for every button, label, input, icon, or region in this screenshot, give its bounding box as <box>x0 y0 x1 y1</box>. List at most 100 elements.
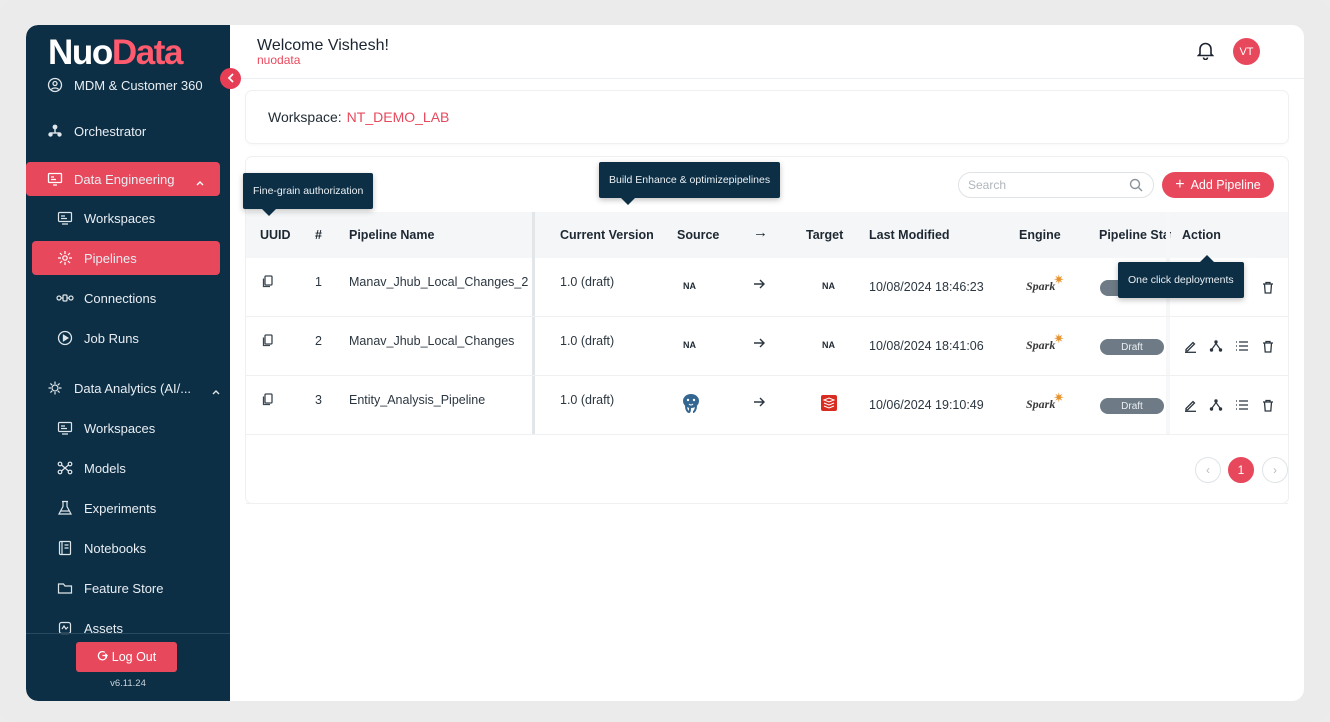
pipeline-name[interactable]: Manav_Jhub_Local_Changes_2 <box>349 275 528 289</box>
arrow-right-icon <box>753 337 766 352</box>
delete-icon[interactable] <box>1260 397 1276 413</box>
postgres-icon <box>680 392 702 417</box>
deploy-icon[interactable] <box>1208 397 1224 413</box>
org-name: nuodata <box>257 53 301 67</box>
tooltip-text: One click deployments <box>1128 274 1234 286</box>
col-current-version[interactable]: Current Version <box>560 228 654 242</box>
source-value: NA <box>683 340 696 350</box>
copy-icon[interactable] <box>260 273 276 289</box>
arrow-right-icon <box>753 278 766 293</box>
col-target[interactable]: Target <box>806 228 843 242</box>
delete-icon[interactable] <box>1260 279 1276 295</box>
page-button-current[interactable]: 1 <box>1228 457 1254 483</box>
chevron-up-icon <box>196 174 204 189</box>
current-version: 1.0 (draft) <box>560 393 615 407</box>
logout-button[interactable]: Log Out <box>76 642 177 672</box>
sidebar-item-connections[interactable]: Connections <box>56 281 156 315</box>
sidebar-item-pipelines[interactable]: Pipelines <box>32 241 220 275</box>
prev-page-button[interactable]: ‹ <box>1195 457 1221 483</box>
analytics-icon <box>46 379 64 397</box>
pipeline-name[interactable]: Entity_Analysis_Pipeline <box>349 393 485 407</box>
tooltip-text: Fine-grain authorization <box>253 185 364 197</box>
models-icon <box>56 459 74 477</box>
sidebar-item-models[interactable]: Models <box>56 451 126 485</box>
target-value: NA <box>822 281 835 291</box>
collapse-sidebar-button[interactable] <box>220 68 241 89</box>
sidebar-item-orchestrator[interactable]: Orchestrator <box>46 114 146 148</box>
col-last-modified[interactable]: Last Modified <box>869 228 950 242</box>
col-pipeline-status[interactable]: Pipeline Stat <box>1099 228 1171 242</box>
status-badge: Draft <box>1100 398 1164 414</box>
add-pipeline-label: Add Pipeline <box>1190 178 1261 192</box>
row-index: 2 <box>315 334 322 348</box>
tooltip-text: Build Enhance & optimizepipelines <box>609 174 771 186</box>
sidebar-item-data-analytics[interactable]: Data Analytics (AI/... <box>46 371 220 405</box>
search-input[interactable]: Search <box>958 172 1154 198</box>
logout-icon <box>97 650 108 664</box>
deploy-icon[interactable] <box>1208 338 1224 354</box>
list-icon[interactable] <box>1234 338 1250 354</box>
divider <box>246 503 1288 504</box>
workspace-label: Workspace: <box>268 109 342 125</box>
col-arrow: → <box>753 224 768 241</box>
tooltip-action: One click deployments <box>1118 255 1244 298</box>
edit-icon[interactable] <box>1182 338 1198 354</box>
spark-logo-icon: Spark✷ <box>1026 331 1065 352</box>
chevron-left-icon: ‹ <box>1206 463 1210 477</box>
next-page-button[interactable]: › <box>1262 457 1288 483</box>
col-action: Action <box>1182 228 1221 242</box>
copy-icon[interactable] <box>260 391 276 407</box>
sidebar-item-mdm[interactable]: MDM & Customer 360 <box>46 68 203 102</box>
sidebar-item-feature-store[interactable]: Feature Store <box>56 571 164 605</box>
col-pipeline-name[interactable]: Pipeline Name <box>349 228 434 242</box>
col-engine[interactable]: Engine <box>1019 228 1061 242</box>
col-source[interactable]: Source <box>677 228 719 242</box>
pipelines-icon <box>56 249 74 267</box>
edit-icon[interactable] <box>1182 397 1198 413</box>
col-uuid[interactable]: UUID <box>260 228 291 242</box>
avatar[interactable]: VT <box>1233 38 1260 65</box>
spark-logo-icon: Spark✷ <box>1026 272 1065 293</box>
row-index: 1 <box>315 275 322 289</box>
sidebar: NuoData MDM & Customer 360 Orchestrator … <box>26 25 230 701</box>
last-modified: 10/06/2024 19:10:49 <box>869 398 984 412</box>
sidebar-item-job-runs[interactable]: Job Runs <box>56 321 139 355</box>
table-row[interactable]: 3 Entity_Analysis_Pipeline 1.0 (draft) 1… <box>246 376 1288 435</box>
sidebar-item-label: Models <box>84 460 126 476</box>
sidebar-item-label: Notebooks <box>84 540 147 556</box>
sidebar-item-label: Pipelines <box>84 250 137 266</box>
top-header: Welcome Vishesh! nuodata VT <box>230 25 1304 79</box>
delete-icon[interactable] <box>1260 338 1276 354</box>
sidebar-item-label: Connections <box>84 290 157 306</box>
sidebar-item-label: Experiments <box>84 500 157 516</box>
chevron-right-icon: › <box>1273 463 1277 477</box>
chevron-left-icon <box>227 70 235 88</box>
flask-icon <box>56 499 74 517</box>
last-modified: 10/08/2024 18:46:23 <box>869 280 984 294</box>
pipeline-name[interactable]: Manav_Jhub_Local_Changes <box>349 334 514 348</box>
current-version: 1.0 (draft) <box>560 275 615 289</box>
sidebar-item-experiments[interactable]: Experiments <box>56 491 156 525</box>
add-pipeline-button[interactable]: + Add Pipeline <box>1162 172 1274 198</box>
list-icon[interactable] <box>1234 397 1250 413</box>
nuodata-logo[interactable]: NuoData <box>48 33 184 73</box>
notebook-icon <box>56 539 74 557</box>
bell-icon[interactable] <box>1196 41 1215 65</box>
sidebar-footer: Log Out v6.11.24 <box>26 633 230 701</box>
table-row[interactable]: 2 Manav_Jhub_Local_Changes 1.0 (draft) N… <box>246 317 1288 376</box>
workspace-card: Workspace: NT_DEMO_LAB <box>246 91 1288 143</box>
sidebar-item-label: Workspaces <box>84 420 156 436</box>
search-icon <box>1129 178 1143 195</box>
sidebar-item-notebooks[interactable]: Notebooks <box>56 531 146 565</box>
tooltip-version: Build Enhance & optimizepipelines <box>599 162 781 205</box>
sidebar-item-workspaces[interactable]: Workspaces <box>56 201 155 235</box>
logout-label: Log Out <box>111 650 157 664</box>
sidebar-item-workspaces-analytics[interactable]: Workspaces <box>56 411 155 445</box>
sidebar-item-data-engineering[interactable]: Data Engineering <box>26 162 220 196</box>
tooltip-arrow <box>1199 255 1215 263</box>
row-index: 3 <box>315 393 322 407</box>
spark-logo-icon: Spark✷ <box>1026 390 1065 411</box>
copy-icon[interactable] <box>260 332 276 348</box>
workspace-value[interactable]: NT_DEMO_LAB <box>347 109 450 125</box>
orchestrator-icon <box>46 122 64 140</box>
